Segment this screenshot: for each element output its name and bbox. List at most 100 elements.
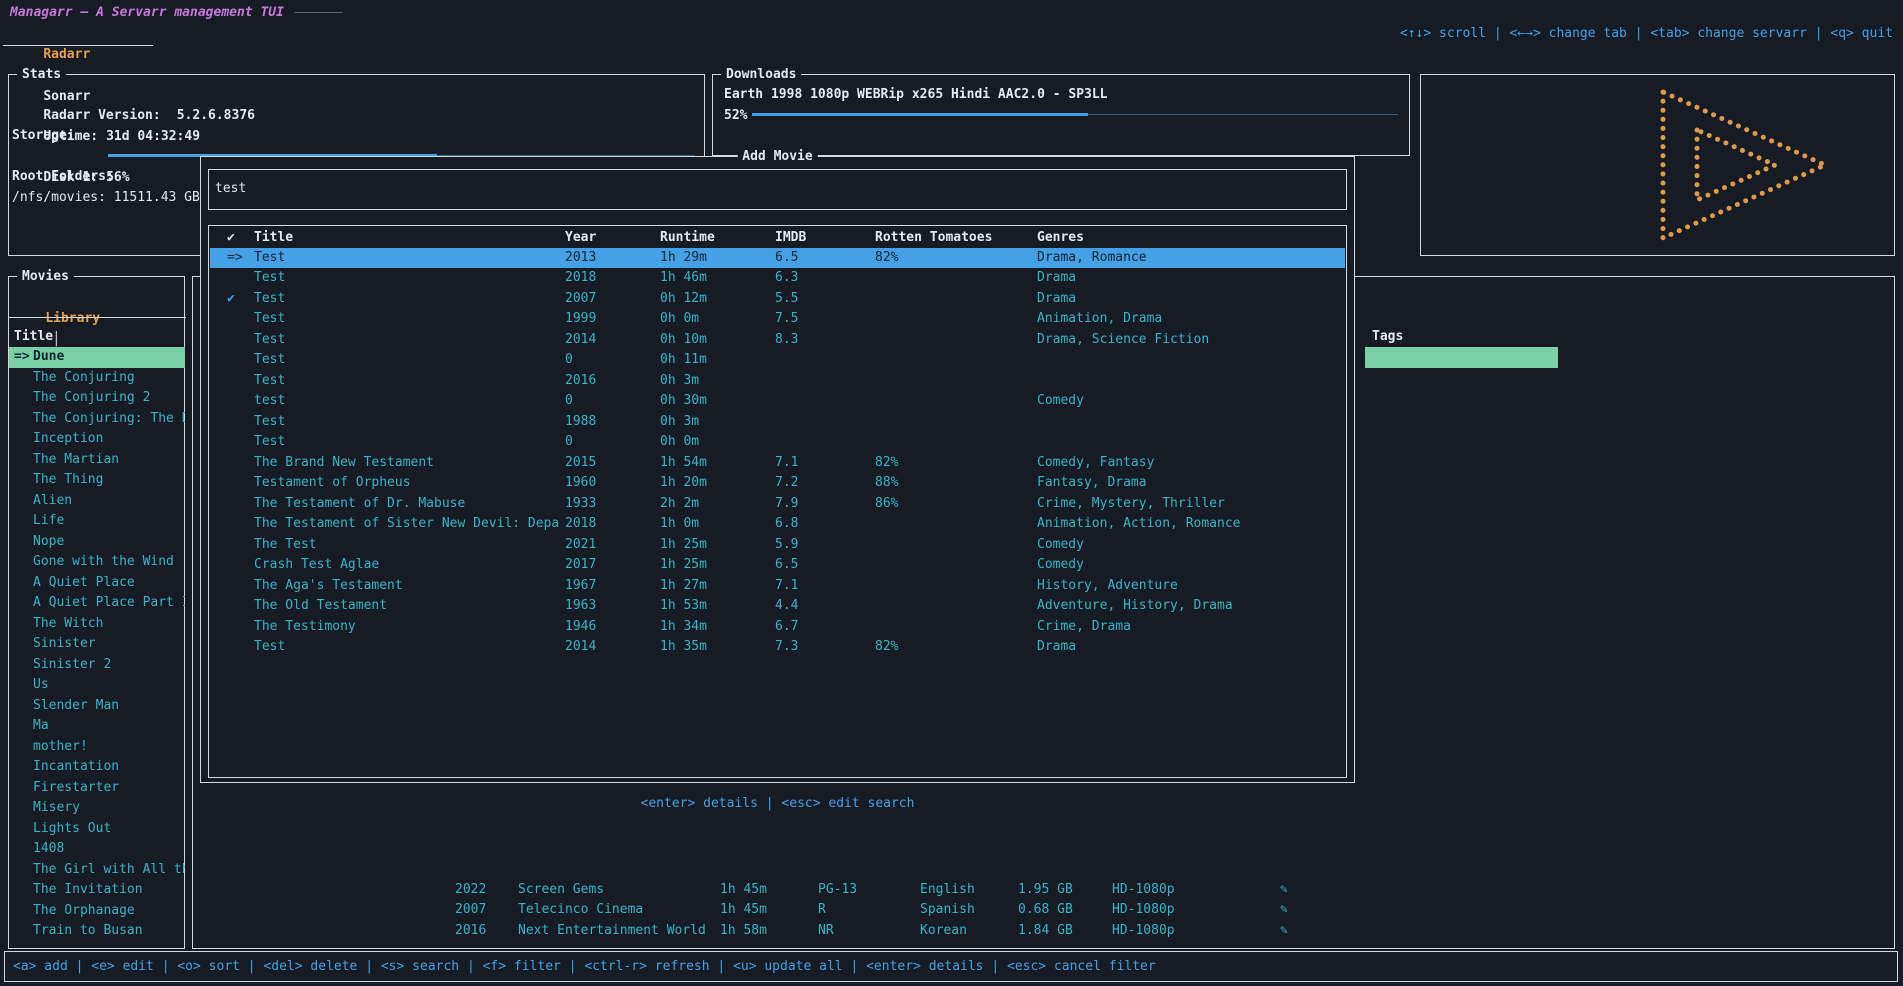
movie-list-item[interactable]: Slender Man — [9, 696, 185, 717]
result-runtime: 0h 11m — [660, 350, 707, 371]
library-runtime: 1h 45m — [720, 880, 767, 901]
movie-list-item[interactable]: The Conjuring — [9, 368, 185, 389]
movie-list-item[interactable]: Sinister 2 — [9, 655, 185, 676]
result-year: 2014 — [565, 637, 596, 658]
movie-list-item[interactable]: A Quiet Place — [9, 573, 185, 594]
movies-list: =>DuneThe ConjuringThe Conjuring 2 The Co… — [9, 347, 185, 942]
movies-tabs: Library │ Collections — [14, 287, 131, 308]
add-movie-result-row[interactable]: Test19990h 0m7.5Animation, Drama — [210, 309, 1345, 330]
download-progress-bar — [752, 113, 1398, 116]
movie-title: Firestarter — [33, 780, 119, 795]
movie-list-item[interactable]: The Witch — [9, 614, 185, 635]
movie-list-item[interactable]: Us — [9, 675, 185, 696]
add-movie-result-row[interactable]: The Testament of Sister New Devil: Depar… — [210, 514, 1345, 535]
pencil-icon: ✎ — [1280, 921, 1288, 942]
library-year: 2007 — [455, 900, 486, 921]
movie-list-item[interactable]: Ma — [9, 716, 185, 737]
add-movie-results-list: =>Test20131h 29m6.582%Drama, RomanceTest… — [210, 248, 1345, 658]
result-runtime: 1h 20m — [660, 473, 707, 494]
movie-title: The Conjuring 2 — [33, 390, 150, 405]
add-movie-result-row[interactable]: Test20181h 46m6.3Drama — [210, 268, 1345, 289]
add-movie-result-row[interactable]: The Testament of Dr. Mabuse19332h 2m7.98… — [210, 494, 1345, 515]
result-genres: Drama, Science Fiction — [1037, 330, 1209, 351]
result-runtime: 1h 25m — [660, 535, 707, 556]
movie-list-item[interactable]: Sinister — [9, 634, 185, 655]
library-table-row[interactable]: 2016Next Entertainment World1h 58mNRKore… — [192, 921, 1892, 942]
add-movie-result-row[interactable]: Test00h 0m — [210, 432, 1345, 453]
tab-radarr[interactable]: Radarr — [43, 47, 90, 62]
movie-list-item[interactable]: Alien — [9, 491, 185, 512]
result-imdb: 8.3 — [775, 330, 798, 351]
add-movie-result-row[interactable]: Test19880h 3m — [210, 412, 1345, 433]
result-genres: Comedy, Fantasy — [1037, 453, 1154, 474]
movie-list-item[interactable]: Nope — [9, 532, 185, 553]
movie-list-item[interactable]: Train to Busan — [9, 921, 185, 942]
genres-column-header: Genres — [1037, 227, 1084, 248]
download-progress-fill — [752, 113, 1088, 116]
add-movie-result-row[interactable]: Test20160h 3m — [210, 371, 1345, 392]
movies-tabs-underline — [8, 317, 186, 318]
movies-column-header: Title — [14, 326, 53, 347]
add-movie-result-row[interactable]: The Test20211h 25m5.9Comedy — [210, 535, 1345, 556]
library-language: Korean — [920, 921, 967, 942]
result-imdb: 5.5 — [775, 289, 798, 310]
add-movie-result-row[interactable]: Test20140h 10m8.3Drama, Science Fiction — [210, 330, 1345, 351]
movie-list-item[interactable]: Lights Out — [9, 819, 185, 840]
result-runtime: 0h 0m — [660, 432, 699, 453]
movie-list-item[interactable]: Incantation — [9, 757, 185, 778]
result-runtime: 0h 0m — [660, 309, 699, 330]
result-imdb: 5.9 — [775, 535, 798, 556]
stats-version-line: Radarr Version:5.2.6.8376 — [12, 84, 255, 105]
movie-list-item[interactable]: Misery — [9, 798, 185, 819]
add-movie-result-row[interactable]: Test20141h 35m7.382%Drama — [210, 637, 1345, 658]
movie-list-item[interactable]: A Quiet Place Part II — [9, 593, 185, 614]
library-table-row[interactable]: 2022Screen Gems1h 45mPG-13English1.95 GB… — [192, 880, 1892, 901]
result-runtime: 1h 34m — [660, 617, 707, 638]
add-movie-result-row[interactable]: The Brand New Testament20151h 54m7.182%C… — [210, 453, 1345, 474]
add-movie-result-row[interactable]: Testament of Orpheus19601h 20m7.288%Fant… — [210, 473, 1345, 494]
result-title: The Aga's Testament — [254, 576, 559, 597]
add-movie-result-row[interactable]: Crash Test Aglae20171h 25m6.5Comedy — [210, 555, 1345, 576]
movie-list-item[interactable]: The Invitation — [9, 880, 185, 901]
root-folders-label: Root Folders: — [12, 166, 114, 187]
result-year: 2015 — [565, 453, 596, 474]
add-movie-result-row[interactable]: ✔Test20070h 12m5.5Drama — [210, 289, 1345, 310]
movie-title: Ma — [33, 718, 49, 733]
result-genres: History, Adventure — [1037, 576, 1178, 597]
result-year: 1967 — [565, 576, 596, 597]
movie-list-item[interactable]: mother! — [9, 737, 185, 758]
movie-list-item[interactable]: 1408 — [9, 839, 185, 860]
movie-list-item[interactable]: The Conjuring 2 — [9, 388, 185, 409]
managarr-logo-icon — [1645, 82, 1835, 248]
results-header-row: ✔ Title Year Runtime IMDB Rotten Tomatoe… — [210, 227, 1345, 248]
movie-list-item[interactable]: The Martian — [9, 450, 185, 471]
add-movie-result-row[interactable]: The Aga's Testament19671h 27m7.1History,… — [210, 576, 1345, 597]
movie-list-item[interactable]: =>Dune — [9, 347, 185, 368]
result-rotten-tomatoes: 82% — [875, 637, 898, 658]
tab-library[interactable]: Library — [45, 311, 100, 326]
library-table-row[interactable]: 2007Telecinco Cinema1h 45mRSpanish0.68 G… — [192, 900, 1892, 921]
result-year: 0 — [565, 350, 573, 371]
movie-title: The Conjuring: The De — [33, 411, 185, 426]
result-runtime: 1h 46m — [660, 268, 707, 289]
add-movie-modal: Add Movie ✔ Title Year Runtime IMDB Rott… — [200, 156, 1355, 783]
result-runtime: 0h 10m — [660, 330, 707, 351]
movie-list-item[interactable]: The Thing — [9, 470, 185, 491]
movie-list-item[interactable]: The Conjuring: The De — [9, 409, 185, 430]
movie-list-item[interactable]: Inception — [9, 429, 185, 450]
result-imdb: 7.1 — [775, 453, 798, 474]
movie-list-item[interactable]: Firestarter — [9, 778, 185, 799]
library-runtime: 1h 45m — [720, 900, 767, 921]
movie-list-item[interactable]: Gone with the Wind — [9, 552, 185, 573]
add-movie-result-row[interactable]: =>Test20131h 29m6.582%Drama, Romance — [210, 248, 1345, 269]
result-title: The Testament of Sister New Devil: Depar — [254, 514, 559, 535]
add-movie-result-row[interactable]: The Old Testament19631h 53m4.4Adventure,… — [210, 596, 1345, 617]
add-movie-result-row[interactable]: test00h 30mComedy — [210, 391, 1345, 412]
movie-list-item[interactable]: Life — [9, 511, 185, 532]
add-movie-result-row[interactable]: The Testimony19461h 34m6.7Crime, Drama — [210, 617, 1345, 638]
movie-list-item[interactable]: The Girl with All the — [9, 860, 185, 881]
result-runtime: 0h 3m — [660, 371, 699, 392]
add-movie-result-row[interactable]: Test00h 11m — [210, 350, 1345, 371]
movie-list-item[interactable]: The Orphanage — [9, 901, 185, 922]
search-input[interactable] — [215, 170, 1315, 207]
